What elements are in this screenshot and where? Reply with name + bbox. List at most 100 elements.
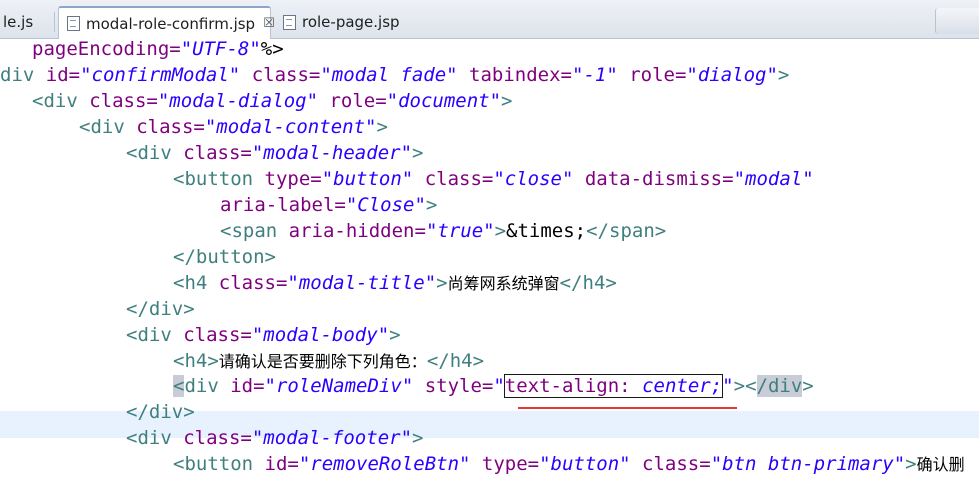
code-token: tabindex= — [457, 64, 572, 86]
tab-le-js[interactable]: le.js — [0, 6, 46, 37]
code-line-3: <div class="modal-dialog" role="document… — [32, 88, 513, 114]
code-token: > — [605, 272, 617, 294]
text-selection: text-align: center; — [503, 374, 724, 398]
code-line-11: </div> — [126, 296, 195, 322]
code-token: > — [777, 64, 790, 86]
code-token: type= — [470, 453, 540, 475]
code-token: class= — [171, 142, 252, 164]
code-token: class= — [171, 427, 252, 449]
code-line-16: <div class="modal-footer"> — [126, 425, 423, 451]
code-token: h4 — [582, 272, 606, 294]
minimize-editor-button[interactable] — [935, 8, 979, 34]
code-token: role= — [318, 90, 387, 112]
code-token: "confirmModal" — [80, 64, 241, 86]
code-token: "close" — [493, 168, 574, 190]
code-token: div — [90, 116, 125, 138]
close-tab-icon[interactable]: ☒ — [263, 16, 275, 31]
tab-role-page[interactable]: role-page.jsp — [274, 6, 414, 37]
editor-tab-bar: le.js modal-role-confirm.jsp ☒ role-page… — [0, 0, 979, 39]
tab-label: le.js — [3, 13, 34, 31]
code-token: pageEncoding= — [32, 38, 181, 60]
code-line-5: <div class="modal-header"> — [126, 140, 423, 166]
code-token: < — [126, 427, 138, 449]
code-token: > — [425, 194, 438, 216]
code-token: > — [436, 272, 448, 294]
code-token: "roleNameDiv" — [264, 375, 414, 397]
code-token: id= — [218, 375, 265, 397]
code-text: 尚筹网系统弹窗 — [447, 274, 560, 293]
code-token: > — [376, 116, 388, 138]
code-token: "modal-dialog" — [157, 90, 319, 112]
tab-label: role-page.jsp — [302, 13, 400, 31]
code-token: "dialog" — [686, 64, 778, 86]
code-line-9: </button> — [173, 244, 276, 270]
code-token: > — [494, 220, 507, 242]
code-token: div — [137, 427, 172, 449]
code-token: < — [126, 142, 138, 164]
code-text: 请确认是否要删除下列角色： — [218, 352, 427, 371]
code-token: role= — [617, 64, 687, 86]
code-token: > — [733, 375, 746, 397]
code-token: "modal" — [733, 168, 814, 190]
code-token: </ — [559, 272, 583, 294]
code-token: " — [493, 375, 505, 397]
code-token: class= — [240, 64, 321, 86]
code-token: h4 — [449, 350, 473, 372]
code-token: "removeRoleBtn" — [298, 453, 471, 475]
code-line-2: div id="confirmModal" class="modal fade"… — [0, 62, 789, 88]
code-token: > — [802, 375, 814, 397]
code-editor[interactable]: pageEncoding="UTF-8"%> div id="confirmMo… — [0, 36, 979, 475]
code-token: data-dismiss= — [573, 168, 734, 190]
code-line-13: <h4>请确认是否要删除下列角色：</h4> — [173, 348, 484, 374]
code-token: > — [412, 427, 424, 449]
code-token: aria-label= — [220, 194, 346, 216]
code-token: h4 — [184, 272, 208, 294]
code-token: "Close" — [345, 194, 426, 216]
code-token: </ — [126, 298, 149, 320]
code-token: class= — [413, 168, 494, 190]
code-token: "-1" — [572, 64, 618, 86]
code-text: 确认删 — [916, 455, 965, 474]
code-token: </ — [426, 350, 450, 372]
code-token: "true" — [425, 220, 495, 242]
tab-separator — [54, 12, 55, 32]
code-token: "modal-footer" — [251, 427, 413, 449]
code-token: "button" — [321, 168, 414, 190]
code-token: < — [173, 272, 185, 294]
code-token: > — [207, 350, 219, 372]
code-token: type= — [253, 168, 322, 190]
code-line-1: pageEncoding="UTF-8"%> — [32, 36, 284, 62]
code-token: button — [195, 246, 265, 268]
code-token: "modal-title" — [287, 272, 437, 294]
code-token: button — [184, 453, 254, 475]
code-token: "modal-body" — [251, 324, 390, 346]
code-token: > — [412, 142, 424, 164]
code-token: h4 — [184, 350, 208, 372]
code-token: button — [184, 168, 254, 190]
code-token: > — [183, 401, 195, 423]
code-line-10: <h4 class="modal-title">尚筹网系统弹窗</h4> — [173, 270, 617, 296]
code-token: " — [722, 375, 734, 397]
code-token: class= — [77, 90, 158, 112]
code-line-6: <button type="button" class="close" data… — [173, 166, 814, 192]
code-token: "modal fade" — [320, 64, 458, 86]
tab-modal-role-confirm[interactable]: modal-role-confirm.jsp ☒ — [58, 6, 275, 39]
code-token: div — [148, 401, 184, 423]
code-token: </ — [586, 220, 609, 242]
bracket-match-highlight: / — [756, 375, 768, 397]
code-line-7: aria-label="Close"> — [220, 192, 437, 218]
code-token: < — [173, 453, 185, 475]
code-token: < — [173, 350, 185, 372]
code-line-4: <div class="modal-content"> — [79, 114, 388, 140]
code-token: style= — [413, 375, 494, 397]
code-token: class= — [171, 324, 252, 346]
code-line-14: <div id="roleNameDiv" style="text-align:… — [173, 373, 814, 399]
code-token: > — [472, 350, 485, 372]
code-token: div — [43, 90, 78, 112]
code-token: </ — [126, 401, 149, 423]
code-token: id= — [253, 453, 299, 475]
code-token: "btn btn-primary" — [710, 453, 906, 475]
code-token: < — [126, 324, 138, 346]
code-token: < — [173, 168, 185, 190]
jsp-file-icon — [283, 14, 296, 30]
